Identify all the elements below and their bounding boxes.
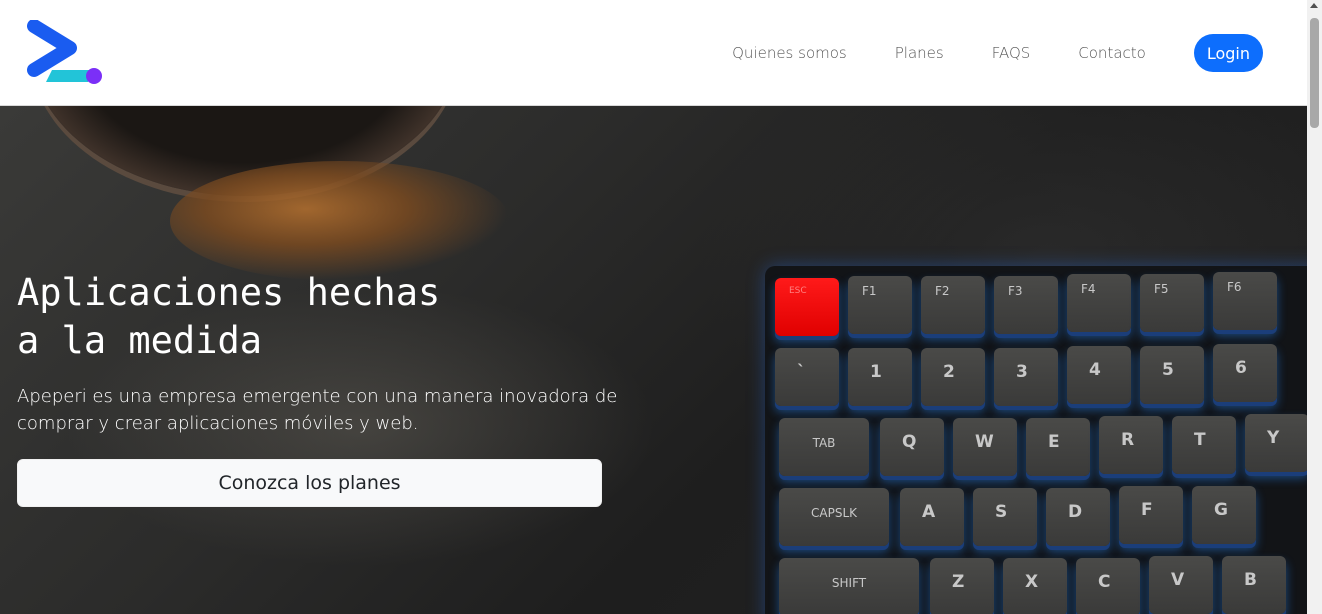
hero-section: ESC F1 F2 F3 F4 F5 F6 ` 1 2 3 4 5 6 TAB … xyxy=(0,106,1307,614)
keycap: CAPSLK xyxy=(779,488,889,546)
keycap: A xyxy=(900,488,964,546)
hero-title-line-2: a la medida xyxy=(17,319,263,362)
keycap: 1 xyxy=(848,348,912,406)
keycap: R xyxy=(1099,416,1163,474)
keycap: C xyxy=(1076,558,1140,614)
view-plans-button[interactable]: Conozca los planes xyxy=(17,459,602,507)
keycap: TAB xyxy=(779,418,869,476)
keycap: F3 xyxy=(994,276,1058,334)
scrollbar-thumb[interactable] xyxy=(1310,18,1319,128)
keycap: Q xyxy=(880,418,944,476)
keycap: 5 xyxy=(1140,346,1204,404)
navbar: Quienes somos Planes FAQS Contacto Login xyxy=(0,0,1307,106)
nav-link-planes[interactable]: Planes xyxy=(895,44,944,62)
keycap: ` xyxy=(775,348,839,406)
keycap: 3 xyxy=(994,348,1058,406)
nav-menu: Quienes somos Planes FAQS Contacto Login xyxy=(732,0,1307,106)
logo-icon[interactable] xyxy=(26,20,106,86)
hero-subtitle: Apeperi es una empresa emergente con una… xyxy=(17,386,618,434)
keycap: X xyxy=(1003,558,1067,614)
keycap: 4 xyxy=(1067,346,1131,404)
keycap: SHIFT xyxy=(779,558,919,614)
scroll-up-icon[interactable] xyxy=(1310,3,1318,8)
keycap: F1 xyxy=(848,276,912,334)
keycap: 2 xyxy=(921,348,985,406)
keycap: W xyxy=(953,418,1017,476)
keycap: T xyxy=(1172,416,1236,474)
nav-link-quienes-somos[interactable]: Quienes somos xyxy=(732,44,847,62)
cork-coaster-image xyxy=(170,161,510,281)
keycap: G xyxy=(1192,486,1256,544)
keycap: V xyxy=(1149,556,1213,614)
keyboard-image: ESC F1 F2 F3 F4 F5 F6 ` 1 2 3 4 5 6 TAB … xyxy=(765,266,1307,614)
keycap: F4 xyxy=(1067,274,1131,332)
hero-title-line-1: Aplicaciones hechas xyxy=(17,271,441,314)
keycap: D xyxy=(1046,488,1110,546)
vertical-scrollbar[interactable] xyxy=(1307,0,1322,614)
nav-link-faqs[interactable]: FAQS xyxy=(992,44,1031,62)
keycap: Y xyxy=(1245,414,1307,472)
keycap: B xyxy=(1222,556,1286,614)
keycap: F2 xyxy=(921,276,985,334)
hero-title: Aplicaciones hechas a la medida xyxy=(17,269,577,365)
keycap: 6 xyxy=(1213,344,1277,402)
keycap: F6 xyxy=(1213,272,1277,330)
keycap: F5 xyxy=(1140,274,1204,332)
keycap: S xyxy=(973,488,1037,546)
login-button[interactable]: Login xyxy=(1193,34,1263,72)
keycap: Z xyxy=(930,558,994,614)
keycap: E xyxy=(1026,418,1090,476)
keycap: F xyxy=(1119,486,1183,544)
keycap-esc: ESC xyxy=(775,278,839,336)
page: Quienes somos Planes FAQS Contacto Login… xyxy=(0,0,1322,614)
nav-link-contacto[interactable]: Contacto xyxy=(1078,44,1146,62)
